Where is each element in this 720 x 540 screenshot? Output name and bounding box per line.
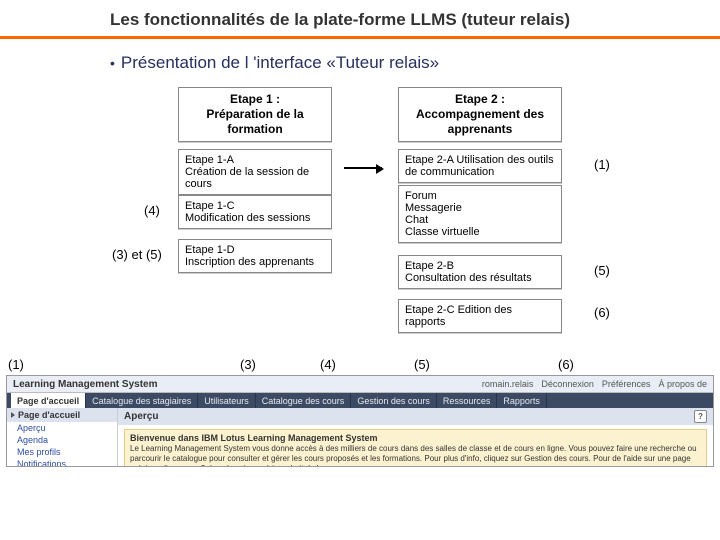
box-etape1-a: Etape 1-A Création de la session de cour… (178, 149, 332, 195)
tab-accueil[interactable]: Page d'accueil (11, 393, 86, 408)
box-etape2-tools: Forum Messagerie Chat Classe virtuelle (398, 185, 562, 243)
tab-utilisateurs[interactable]: Utilisateurs (198, 393, 256, 408)
box-etape2-b: Etape 2-B Consultation des résultats (398, 255, 562, 289)
main-panel: Aperçu ? Bienvenue dans IBM Lotus Learni… (118, 408, 713, 467)
about-link[interactable]: À propos de (658, 379, 707, 389)
main-tabs: Page d'accueil Catalogue des stagiaires … (7, 393, 713, 408)
box-etape1-d: Etape 1-D Inscription des apprenants (178, 239, 332, 273)
slide-title: Les fonctionnalités de la plate-forme LL… (0, 0, 720, 34)
ann-1: (1) (594, 157, 610, 172)
tab-gestion-cours[interactable]: Gestion des cours (351, 393, 437, 408)
sidebar-item-agenda[interactable]: Agenda (7, 434, 117, 446)
bullet-line: • Présentation de l 'interface «Tuteur re… (0, 53, 720, 73)
label-3: (3) (240, 357, 256, 372)
sidebar-item-apercu[interactable]: Aperçu (7, 422, 117, 434)
main-panel-title: Aperçu (124, 411, 158, 422)
workflow-diagram: Etape 1 : Préparation de la formation Et… (0, 87, 720, 357)
ann-5: (5) (594, 263, 610, 278)
bottom-labels: (1) (3) (4) (5) (6) (0, 357, 720, 375)
ann-3-5: (3) et (5) (112, 247, 162, 262)
sidebar: Page d'accueil Aperçu Agenda Mes profils… (7, 408, 118, 467)
user-label: romain.relais (482, 379, 534, 389)
sidebar-header[interactable]: Page d'accueil (7, 408, 117, 422)
box-etape2-c: Etape 2-C Edition des rapports (398, 299, 562, 333)
label-1: (1) (8, 357, 24, 372)
tab-catalogue-stagiaires[interactable]: Catalogue des stagiaires (86, 393, 198, 408)
arrow-icon (344, 167, 382, 169)
box-etape1-header: Etape 1 : Préparation de la formation (178, 87, 332, 142)
divider (0, 36, 720, 39)
box-etape2-a: Etape 2-A Utilisation des outils de comm… (398, 149, 562, 183)
disconnect-link[interactable]: Déconnexion (541, 379, 594, 389)
tab-catalogue-cours[interactable]: Catalogue des cours (256, 393, 352, 408)
chevron-right-icon (11, 412, 15, 418)
bullet-text: Présentation de l 'interface «Tuteur rel… (121, 53, 439, 72)
welcome-body: Le Learning Management System vous donne… (130, 444, 697, 467)
prefs-link[interactable]: Préférences (602, 379, 651, 389)
sidebar-header-label: Page d'accueil (18, 410, 80, 420)
box-etape2-header: Etape 2 : Accompagnement des apprenants (398, 87, 562, 142)
tab-rapports[interactable]: Rapports (497, 393, 547, 408)
sidebar-item-notifications[interactable]: Notifications (7, 458, 117, 467)
brand-label: Learning Management System (13, 379, 157, 390)
box-etape1-c: Etape 1-C Modification des sessions (178, 195, 332, 229)
ann-6: (6) (594, 305, 610, 320)
label-5: (5) (414, 357, 430, 372)
label-4: (4) (320, 357, 336, 372)
help-icon[interactable]: ? (694, 410, 707, 423)
window-topbar: Learning Management System romain.relais… (7, 376, 713, 393)
tab-ressources[interactable]: Ressources (437, 393, 498, 408)
ann-4: (4) (144, 203, 160, 218)
sidebar-item-profils[interactable]: Mes profils (7, 446, 117, 458)
welcome-banner: Bienvenue dans IBM Lotus Learning Manage… (124, 429, 707, 467)
bullet-dot: • (110, 55, 115, 71)
label-6: (6) (558, 357, 574, 372)
lms-screenshot: Learning Management System romain.relais… (6, 375, 714, 467)
welcome-title: Bienvenue dans IBM Lotus Learning Manage… (130, 433, 378, 443)
main-panel-header: Aperçu ? (118, 408, 713, 425)
